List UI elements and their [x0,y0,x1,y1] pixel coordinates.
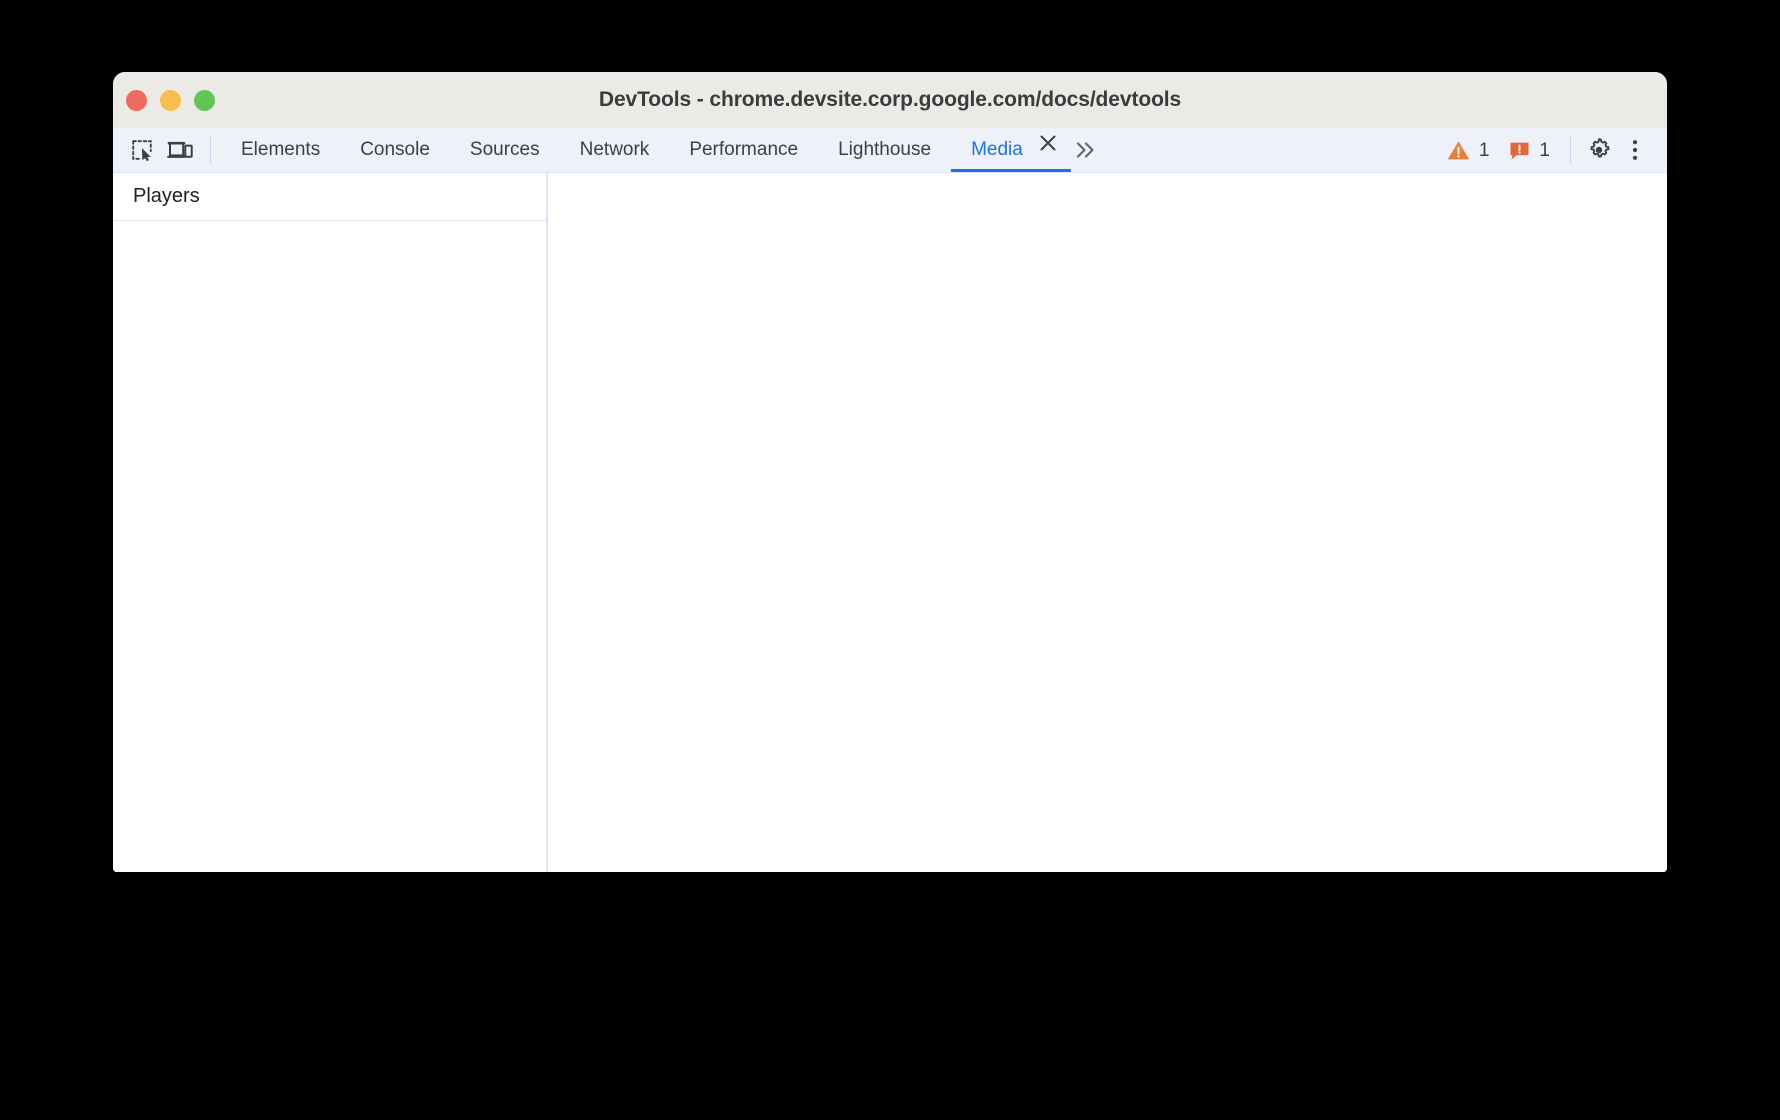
tab-network[interactable]: Network [560,128,670,172]
right-controls-divider [1570,137,1571,163]
issue-count: 1 [1539,139,1550,161]
window-title: DevTools - chrome.devsite.corp.google.co… [598,88,1182,111]
inspect-element-icon [132,140,152,162]
players-list[interactable] [113,221,546,872]
tab-sources[interactable]: Sources [450,128,560,172]
tab-media[interactable]: Media [951,128,1071,172]
tab-performance[interactable]: Performance [669,128,818,172]
issue-counter[interactable]: 1 [1499,140,1560,161]
window-titlebar: DevTools - chrome.devsite.corp.google.co… [113,72,1667,128]
more-options-button[interactable] [1617,132,1653,168]
close-window-button[interactable] [126,89,147,111]
player-detail-pane [548,173,1667,872]
inspect-element-button[interactable] [124,132,160,168]
three-dot-vertical-icon [1632,140,1638,160]
tab-console[interactable]: Console [340,128,450,172]
toolbar-divider [210,137,211,163]
maximize-window-button[interactable] [194,89,215,111]
device-toolbar-button[interactable] [162,132,198,168]
tabbar-left-controls [113,128,221,172]
chevron-double-right-icon [1076,142,1094,158]
tabbar-right-controls: 1 1 [1437,128,1667,172]
minimize-window-button[interactable] [160,89,181,111]
warning-count: 1 [1478,139,1490,161]
devtools-tabbar: Elements Console Sources Network Perform… [113,128,1667,173]
traffic-light-controls [126,72,215,128]
panel-tab-list: Elements Console Sources Network Perform… [221,128,1437,172]
device-toolbar-icon [167,141,193,158]
screen-root: DevTools - chrome.devsite.corp.google.co… [0,0,1780,1120]
more-tabs-button[interactable] [1069,128,1103,172]
tab-elements[interactable]: Elements [221,128,340,172]
devtools-window: DevTools - chrome.devsite.corp.google.co… [113,72,1667,872]
warning-triangle-icon [1447,140,1470,159]
tab-lighthouse[interactable]: Lighthouse [818,128,951,172]
players-sidebar: Players [113,173,548,872]
players-sidebar-title: Players [113,173,546,221]
warning-counter[interactable]: 1 [1437,140,1500,161]
media-panel: Players [113,173,1667,872]
close-tab-button[interactable] [1033,128,1063,158]
issue-message-icon [1510,142,1529,160]
close-icon [1040,135,1056,151]
settings-button[interactable] [1581,132,1617,168]
tab-media-label: Media [971,139,1023,160]
gear-icon [1590,138,1610,158]
